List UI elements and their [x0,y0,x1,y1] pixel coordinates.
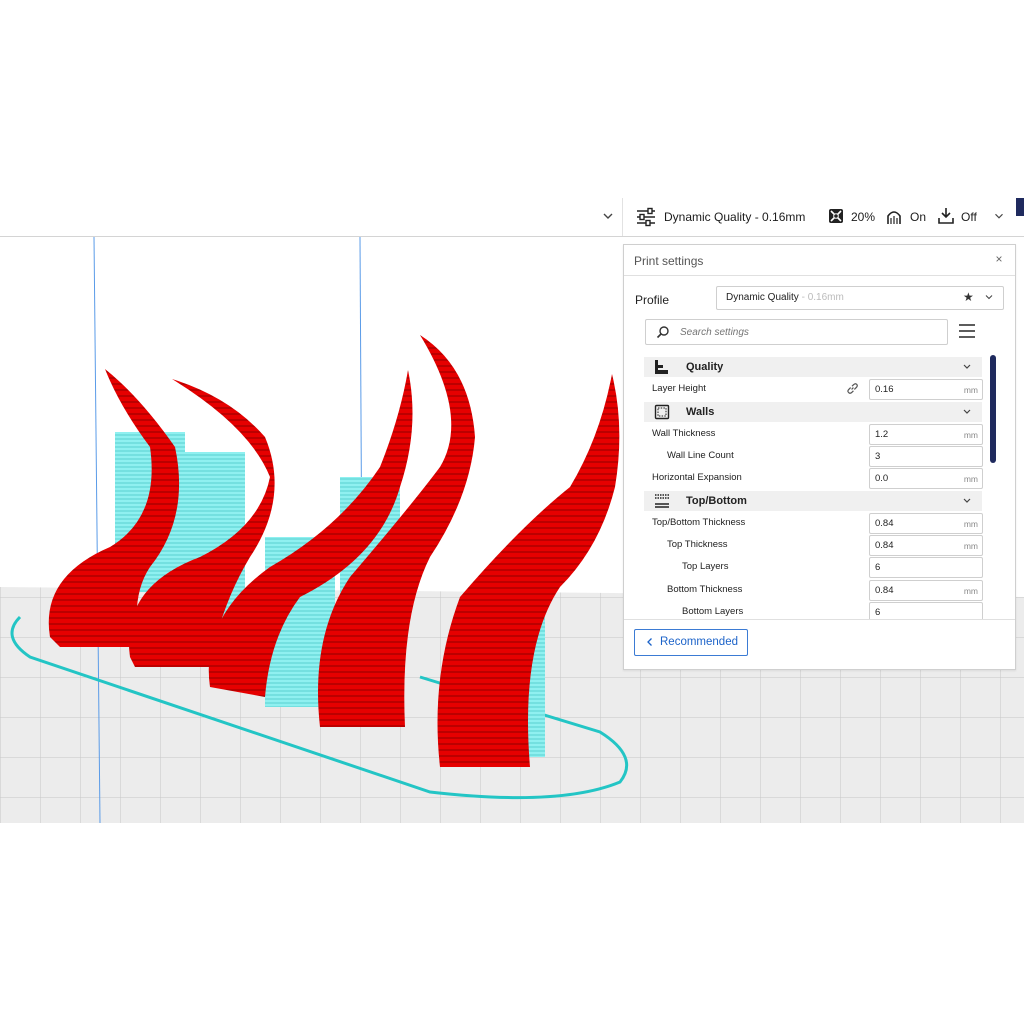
setting-label: Bottom Layers [682,606,744,617]
field-unit: mm [963,474,978,484]
close-icon[interactable]: × [992,252,1006,266]
category-label: Walls [686,406,715,418]
profile-dropdown-subvalue: - 0.16mm [798,292,844,303]
setting-label: Horizontal Expansion [652,472,742,483]
setting-label: Top Layers [682,561,729,572]
setting-top-bottom-thickness: Top/Bottom Thickness 0.84 mm [644,512,984,534]
profile-dropdown[interactable]: Dynamic Quality - 0.16mm ★ [716,286,1004,310]
walls-icon [654,404,670,420]
field-value: 0.0 [875,473,889,484]
chevron-down-icon [963,364,971,369]
print-settings-panel: Print settings × Profile Dynamic Quality… [623,244,1016,670]
panel-header: Print settings × [624,245,1015,276]
field-value: 0.84 [875,585,894,596]
field-unit: mm [963,385,978,395]
field-value: 0.16 [875,384,894,395]
category-walls[interactable]: Walls [644,402,982,422]
top-bottom-icon [655,494,669,508]
category-label: Quality [686,361,724,373]
profile-summary-label: Dynamic Quality - 0.16mm [664,210,806,224]
field-value: 3 [875,451,881,462]
search-icon [656,326,669,339]
support-value: On [910,210,927,224]
field-value: 0.84 [875,518,894,529]
profile-dropdown-value: Dynamic Quality [726,292,799,303]
top-bottom-thickness-field[interactable]: 0.84 mm [869,513,983,534]
setting-label: Wall Thickness [652,428,716,439]
star-icon[interactable]: ★ [963,290,974,304]
field-unit: mm [963,586,978,596]
wall-thickness-field[interactable]: 1.2 mm [869,424,983,445]
setting-label: Top/Bottom Thickness [652,517,746,528]
setting-top-thickness: Top Thickness 0.84 mm [644,534,984,556]
setting-layer-height: Layer Height 0.16 mm [644,378,984,400]
chevron-left-icon [647,638,652,646]
infill-icon [829,209,843,223]
link-icon[interactable] [846,382,859,395]
top-layers-field[interactable]: 6 [869,557,983,578]
settings-scrollbar[interactable] [990,355,996,463]
profile-label: Profile [635,293,670,307]
quality-icon [655,360,668,374]
layer-height-field[interactable]: 0.16 mm [869,379,983,400]
infill-value: 20% [851,210,876,224]
horizontal-expansion-field[interactable]: 0.0 mm [869,468,983,489]
setting-bottom-layers: Bottom Layers 6 [644,601,984,619]
chevron-down-icon [995,213,1003,219]
field-value: 0.84 [875,540,894,551]
setting-label: Top Thickness [667,539,728,550]
setting-label: Layer Height [652,383,706,394]
recommended-button[interactable]: Recommended [634,629,748,656]
bottom-thickness-field[interactable]: 0.84 mm [869,580,983,601]
setting-label: Bottom Thickness [667,584,743,595]
footer-divider [624,619,1015,620]
top-thickness-field[interactable]: 0.84 mm [869,535,983,556]
setting-bottom-thickness: Bottom Thickness 0.84 mm [644,579,984,601]
search-box[interactable] [645,319,948,345]
chevron-down-icon [985,295,993,300]
category-quality[interactable]: Quality [644,357,982,377]
setting-label: Wall Line Count [667,450,734,461]
setting-horizontal-expansion: Horizontal Expansion 0.0 mm [644,467,984,489]
wall-line-count-field[interactable]: 3 [869,446,983,467]
sliders-icon [637,207,655,227]
field-value: 1.2 [875,429,889,440]
category-top-bottom[interactable]: Top/Bottom [644,491,982,511]
hamburger-icon[interactable] [958,323,976,339]
window-edge-accent [1016,198,1024,216]
top-toolbar: Dynamic Quality - 0.16mm 20% On Off [0,198,1024,237]
panel-title: Print settings [634,254,704,268]
chevron-down-icon [963,409,971,414]
chevron-down-icon [963,498,971,503]
print-settings-summary-button[interactable]: Dynamic Quality - 0.16mm 20% On Off [630,198,1016,236]
bottom-layers-field[interactable]: 6 [869,602,983,619]
adhesion-value: Off [961,210,977,224]
chevron-down-icon[interactable] [600,208,616,224]
support-icon [887,211,901,224]
settings-list: Quality Layer Height 0.16 mm Walls Wall … [644,355,984,619]
field-value: 6 [875,607,881,618]
field-unit: mm [963,430,978,440]
recommended-label: Recommended [660,636,738,648]
field-value: 6 [875,562,881,573]
toolbar-divider [622,198,623,236]
field-unit: mm [963,541,978,551]
adhesion-icon [938,208,954,224]
search-input[interactable] [680,323,935,341]
category-label: Top/Bottom [686,495,747,507]
setting-top-layers: Top Layers 6 [644,556,984,578]
setting-wall-line-count: Wall Line Count 3 [644,445,984,467]
field-unit: mm [963,519,978,529]
setting-wall-thickness: Wall Thickness 1.2 mm [644,423,984,445]
